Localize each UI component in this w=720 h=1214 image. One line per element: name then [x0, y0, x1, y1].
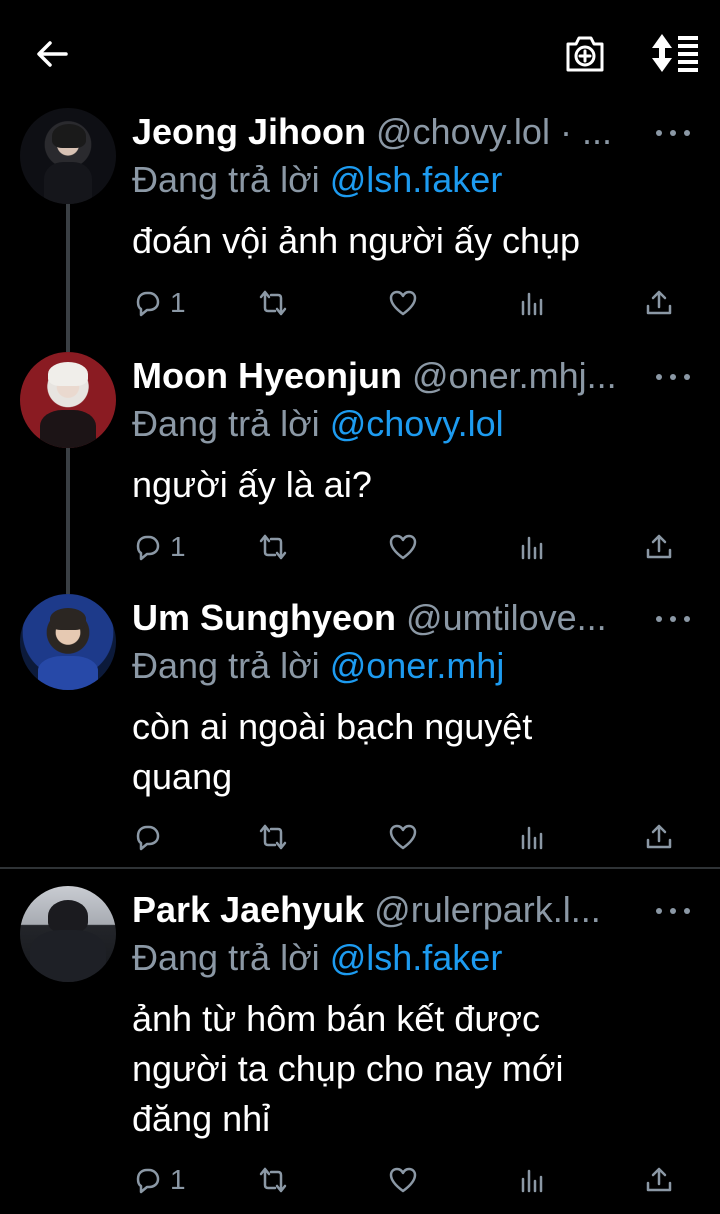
avatar[interactable] [20, 886, 116, 982]
tweet[interactable]: Park Jaehyuk @rulerpark.l... Đang trả lờ… [0, 0, 720, 1214]
reply-button[interactable]: 1 [132, 1160, 186, 1200]
tweet-text: ảnh từ hôm bán kết được người ta chụp ch… [132, 994, 692, 1144]
tweet-text-line: đăng nhỉ [132, 1098, 271, 1139]
reply-icon [136, 1168, 160, 1194]
tweet-text-line: ảnh từ hôm bán kết được [132, 998, 541, 1039]
retweet-button[interactable] [258, 1160, 288, 1200]
display-name[interactable]: Park Jaehyuk [132, 889, 364, 930]
analytics-button[interactable] [516, 1160, 546, 1200]
share-button[interactable] [644, 1160, 674, 1200]
reply-prefix: Đang trả lời [132, 937, 320, 978]
tweet-actions: 1 [132, 1160, 692, 1200]
reply-count: 1 [170, 1164, 186, 1195]
reply-mention-link[interactable]: @lsh.faker [330, 937, 503, 978]
reply-context: Đang trả lời @lsh.faker [132, 934, 502, 982]
heart-icon [389, 1167, 417, 1193]
more-options-icon[interactable] [656, 900, 696, 920]
retweet-icon [259, 1167, 287, 1193]
tweet-text-line: người ta chụp cho nay mới [132, 1048, 564, 1089]
like-button[interactable] [388, 1160, 418, 1200]
analytics-icon [521, 1169, 543, 1193]
tweet-header: Park Jaehyuk @rulerpark.l... [132, 886, 650, 934]
user-handle: @rulerpark.l... [374, 889, 601, 930]
share-icon [646, 1167, 672, 1192]
